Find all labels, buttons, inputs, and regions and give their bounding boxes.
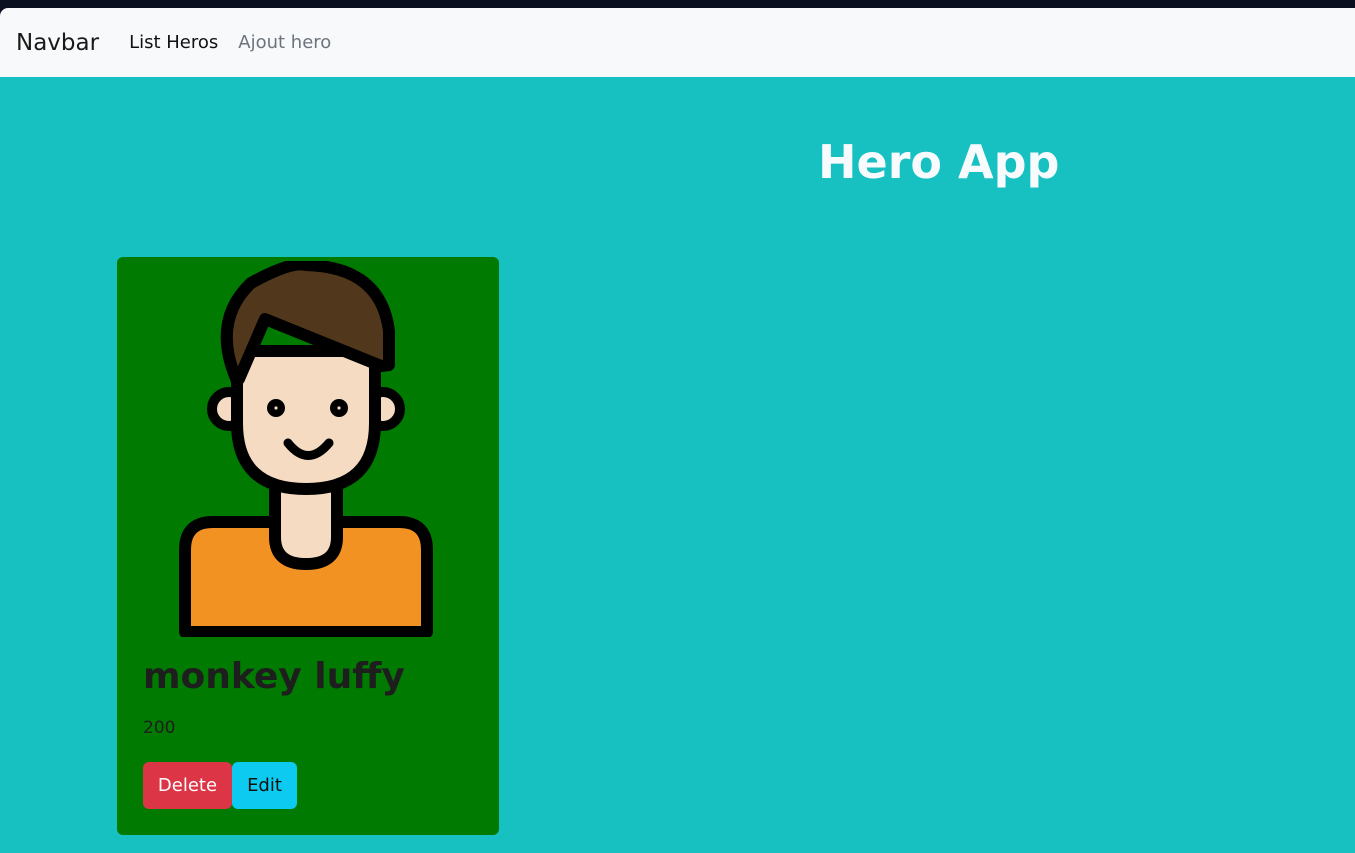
page-title: Hero App (818, 135, 1060, 189)
delete-button[interactable]: Delete (143, 762, 232, 809)
hero-card: monkey luffy 200 Delete Edit (117, 257, 499, 835)
navbar: Navbar List Heros Ajout hero (0, 8, 1355, 77)
hero-power: 200 (143, 718, 176, 738)
navbar-brand[interactable]: Navbar (16, 30, 99, 56)
window-top-edge (0, 0, 1355, 8)
main-content: Hero App monkey luffy 200 Delete Edit (0, 77, 1355, 853)
nav-link-ajout-hero[interactable]: Ajout hero (238, 32, 331, 53)
nav-link-list-heros[interactable]: List Heros (129, 32, 218, 53)
boy-avatar-icon (179, 261, 433, 637)
hero-name: monkey luffy (143, 656, 405, 697)
edit-button[interactable]: Edit (232, 762, 297, 809)
